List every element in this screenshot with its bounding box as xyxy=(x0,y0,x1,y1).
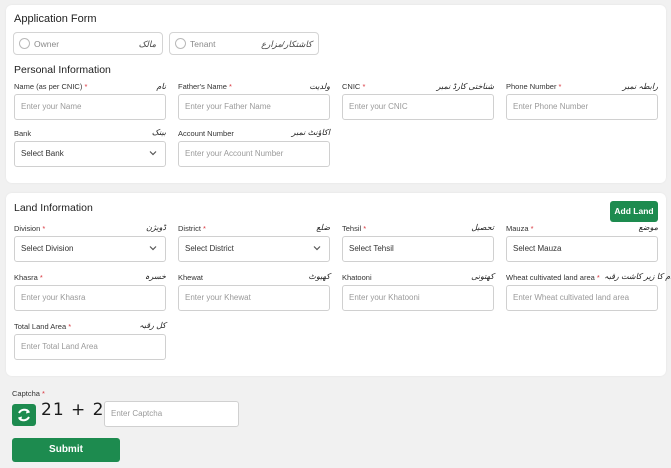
division-urdu-label: ڈویژن xyxy=(146,223,166,232)
tenant-radio-urdu: کاشتکار/مزارع xyxy=(261,39,312,49)
mauza-urdu-label: موضع xyxy=(638,223,658,232)
account-number-urdu-label: اکاؤنٹ نمبر xyxy=(291,128,330,137)
land-info-title: Land Information xyxy=(14,202,93,214)
personal-info-title: Personal Information xyxy=(14,64,111,76)
khewat-input[interactable]: Enter your Khewat xyxy=(178,285,330,311)
chevron-down-icon xyxy=(313,246,321,251)
bank-label: Bank xyxy=(14,129,32,138)
chevron-down-icon xyxy=(149,246,157,251)
tehsil-select[interactable]: Select Tehsil xyxy=(342,236,494,262)
name-input[interactable]: Enter your Name xyxy=(14,94,166,120)
district-urdu-label: ضلع xyxy=(316,223,330,232)
tenant-radio-option[interactable]: Tenant کاشتکار/مزارع xyxy=(169,32,319,55)
father-name-label: Father's Name * xyxy=(178,82,232,91)
name-label: Name (as per CNIC) * xyxy=(14,82,88,91)
cnic-urdu-label: شناختی کارڈ نمبر xyxy=(436,82,494,91)
owner-radio-option[interactable]: Owner مالک xyxy=(13,32,163,55)
phone-label: Phone Number * xyxy=(506,82,562,91)
chevron-down-icon xyxy=(149,151,157,156)
bank-select-value: Select Bank xyxy=(21,149,64,158)
cnic-label: CNIC * xyxy=(342,82,366,91)
tenant-radio-label: Tenant xyxy=(190,39,216,49)
refresh-icon xyxy=(18,408,30,422)
total-land-area-label: Total Land Area * xyxy=(14,322,72,331)
father-name-urdu-label: ولدیت xyxy=(309,82,330,91)
wheat-area-label: Wheat cultivated land area * xyxy=(506,273,600,282)
wheat-area-input[interactable]: Enter Wheat cultivated land area xyxy=(506,285,658,311)
mauza-select[interactable]: Select Mauza xyxy=(506,236,658,262)
khewat-urdu-label: کھیوٹ xyxy=(308,272,330,281)
tehsil-select-value: Select Tehsil xyxy=(349,244,394,253)
form-title: Application Form xyxy=(14,13,97,25)
district-select[interactable]: Select District xyxy=(178,236,330,262)
radio-circle-icon[interactable] xyxy=(175,38,186,49)
total-land-area-urdu-label: کل رقبہ xyxy=(139,321,166,330)
khasra-input[interactable]: Enter your Khasra xyxy=(14,285,166,311)
account-number-label: Account Number xyxy=(178,129,234,138)
wheat-area-urdu-label: گندم کا زیر کاشت رقبہ xyxy=(604,272,671,281)
district-select-value: Select District xyxy=(185,244,234,253)
division-select[interactable]: Select Division xyxy=(14,236,166,262)
owner-radio-label: Owner xyxy=(34,39,60,49)
total-land-area-input[interactable]: Enter Total Land Area xyxy=(14,334,166,360)
account-number-input[interactable]: Enter your Account Number xyxy=(178,141,330,167)
captcha-label: Captcha * xyxy=(12,389,45,398)
bank-urdu-label: بینک xyxy=(151,128,166,137)
khasra-urdu-label: خسرہ xyxy=(144,272,166,281)
refresh-captcha-button[interactable] xyxy=(12,404,36,426)
khasra-label: Khasra * xyxy=(14,273,43,282)
mauza-label: Mauza * xyxy=(506,224,534,233)
phone-urdu-label: رابطہ نمبر xyxy=(622,82,658,91)
submit-button[interactable]: Submit xyxy=(12,438,120,462)
name-urdu-label: نام xyxy=(156,82,166,91)
khatooni-input[interactable]: Enter your Khatooni xyxy=(342,285,494,311)
tehsil-urdu-label: تحصیل xyxy=(471,223,494,232)
captcha-input[interactable]: Enter Captcha xyxy=(104,401,239,427)
khatooni-urdu-label: کھتونی xyxy=(471,272,494,281)
add-land-button[interactable]: Add Land xyxy=(610,201,658,222)
phone-input[interactable]: Enter Phone Number xyxy=(506,94,658,120)
radio-circle-icon[interactable] xyxy=(19,38,30,49)
khatooni-label: Khatooni xyxy=(342,273,372,282)
father-name-input[interactable]: Enter your Father Name xyxy=(178,94,330,120)
tehsil-label: Tehsil * xyxy=(342,224,367,233)
khewat-label: Khewat xyxy=(178,273,204,282)
mauza-select-value: Select Mauza xyxy=(513,244,562,253)
owner-radio-urdu: مالک xyxy=(138,39,156,49)
division-select-value: Select Division xyxy=(21,244,74,253)
district-label: District * xyxy=(178,224,206,233)
cnic-input[interactable]: Enter your CNIC xyxy=(342,94,494,120)
division-label: Division * xyxy=(14,224,46,233)
bank-select[interactable]: Select Bank xyxy=(14,141,166,167)
